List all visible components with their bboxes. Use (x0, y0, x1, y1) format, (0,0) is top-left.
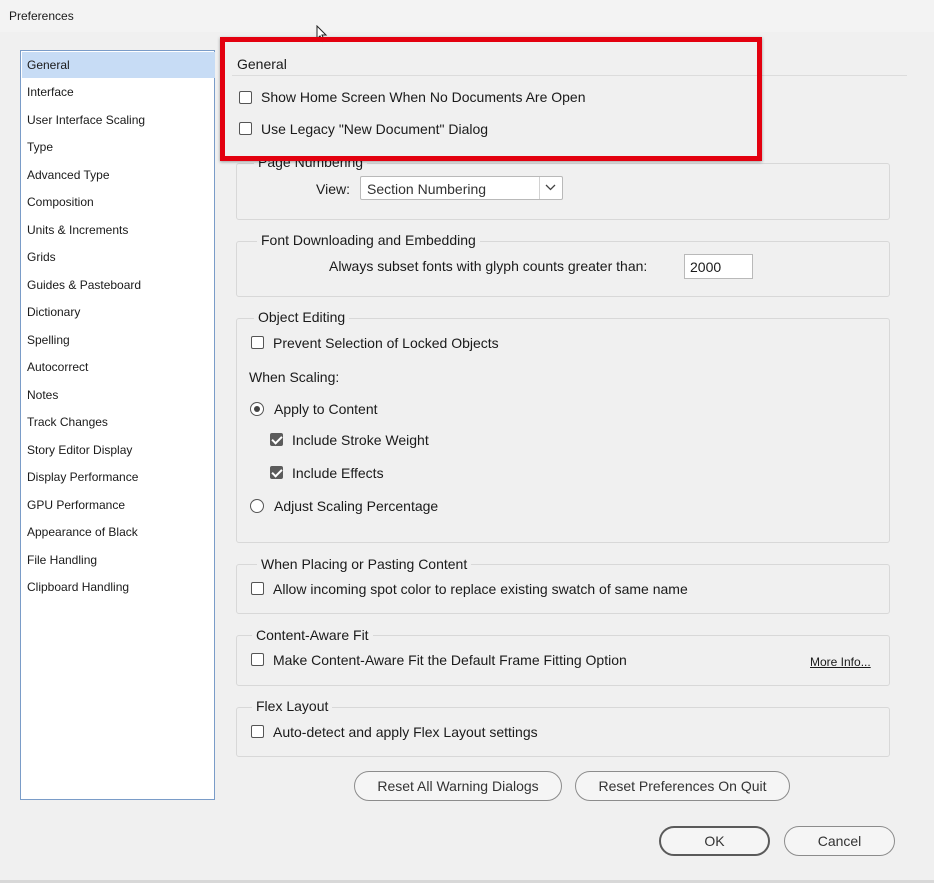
prevent-selection-label: Prevent Selection of Locked Objects (273, 335, 499, 351)
annotation-highlight-box (220, 37, 762, 161)
include-stroke-label: Include Stroke Weight (292, 432, 429, 448)
category-item-advanced-type[interactable]: Advanced Type (22, 162, 215, 188)
category-item-guides-pasteboard[interactable]: Guides & Pasteboard (22, 272, 215, 298)
category-item-spelling[interactable]: Spelling (22, 327, 215, 353)
category-list[interactable]: General Interface User Interface Scaling… (20, 50, 215, 800)
include-effects-label: Include Effects (292, 465, 384, 481)
flex-layout-checkbox[interactable] (251, 725, 264, 738)
category-item-type[interactable]: Type (22, 134, 215, 160)
adjust-scaling-radio[interactable] (250, 499, 264, 513)
view-dropdown-value: Section Numbering (367, 181, 487, 197)
category-item-autocorrect[interactable]: Autocorrect (22, 354, 215, 380)
prevent-selection-checkbox[interactable] (251, 336, 264, 349)
category-item-general[interactable]: General (22, 52, 215, 78)
category-item-dictionary[interactable]: Dictionary (22, 299, 215, 325)
ok-button[interactable]: OK (659, 826, 770, 856)
category-item-units-increments[interactable]: Units & Increments (22, 217, 215, 243)
category-item-user-interface-scaling[interactable]: User Interface Scaling (22, 107, 215, 133)
glyph-count-value: 2000 (690, 259, 722, 275)
apply-to-content-radio[interactable] (250, 402, 264, 416)
chevron-down-icon (545, 184, 556, 191)
category-item-composition[interactable]: Composition (22, 189, 215, 215)
category-item-gpu-performance[interactable]: GPU Performance (22, 492, 215, 518)
include-effects-checkbox[interactable] (270, 466, 283, 479)
glyph-count-input[interactable]: 2000 (684, 254, 753, 279)
category-item-file-handling[interactable]: File Handling (22, 547, 215, 573)
category-item-grids[interactable]: Grids (22, 244, 215, 270)
category-item-interface[interactable]: Interface (22, 79, 215, 105)
apply-to-content-label: Apply to Content (274, 401, 378, 417)
category-item-display-performance[interactable]: Display Performance (22, 464, 215, 490)
content-aware-default-checkbox[interactable] (251, 653, 264, 666)
title-bar: Preferences (0, 0, 934, 32)
category-item-story-editor-display[interactable]: Story Editor Display (22, 437, 215, 463)
spot-color-label: Allow incoming spot color to replace exi… (273, 581, 688, 597)
font-downloading-title: Font Downloading and Embedding (257, 232, 480, 248)
category-item-track-changes[interactable]: Track Changes (22, 409, 215, 435)
flex-layout-title: Flex Layout (252, 698, 333, 714)
include-stroke-checkbox[interactable] (270, 433, 283, 446)
content-aware-default-label: Make Content-Aware Fit the Default Frame… (273, 652, 627, 668)
window-title: Preferences (9, 9, 74, 23)
adjust-scaling-label: Adjust Scaling Percentage (274, 498, 439, 514)
dropdown-arrow[interactable] (539, 177, 562, 199)
reset-preferences-button[interactable]: Reset Preferences On Quit (575, 771, 790, 801)
view-label: View: (316, 181, 350, 197)
subset-fonts-label: Always subset fonts with glyph counts gr… (329, 258, 648, 274)
spot-color-checkbox[interactable] (251, 582, 264, 595)
category-item-notes[interactable]: Notes (22, 382, 215, 408)
view-dropdown[interactable]: Section Numbering (360, 176, 563, 200)
object-editing-title: Object Editing (254, 309, 350, 325)
reset-warning-dialogs-button[interactable]: Reset All Warning Dialogs (354, 771, 562, 801)
when-scaling-label: When Scaling: (249, 369, 340, 385)
placing-title: When Placing or Pasting Content (257, 556, 472, 572)
cancel-button[interactable]: Cancel (784, 826, 895, 856)
content-aware-title: Content-Aware Fit (252, 627, 373, 643)
more-info-link[interactable]: More Info... (810, 655, 871, 669)
category-item-appearance-of-black[interactable]: Appearance of Black (22, 519, 215, 545)
flex-layout-label: Auto-detect and apply Flex Layout settin… (273, 724, 538, 740)
category-item-clipboard-handling[interactable]: Clipboard Handling (22, 574, 215, 600)
